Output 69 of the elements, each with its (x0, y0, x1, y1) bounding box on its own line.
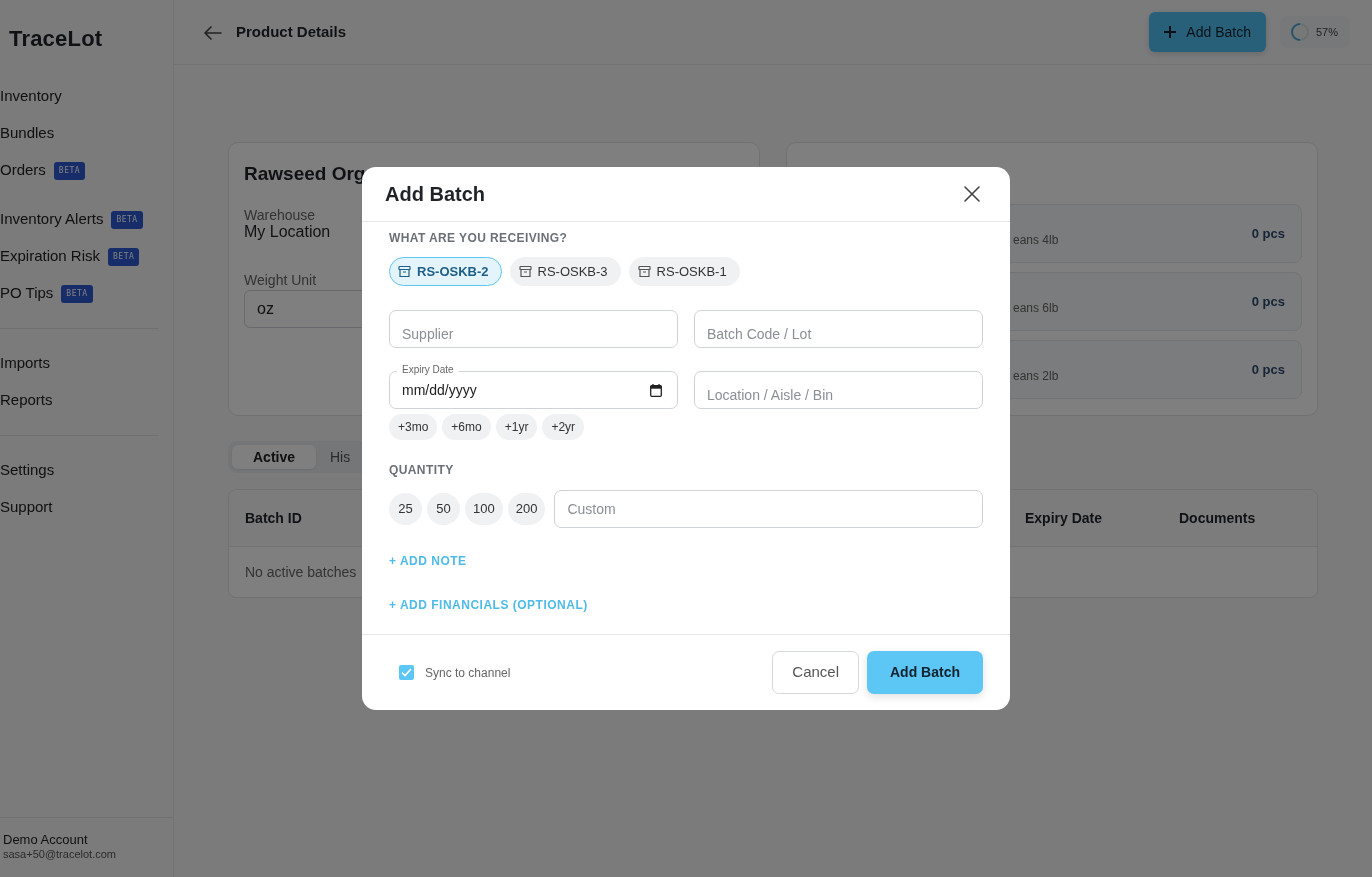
expiry-shortcut-button[interactable]: +1yr (495, 414, 538, 440)
variant-quantity: 0 pcs (1251, 292, 1285, 311)
sidebar-item[interactable]: Orders (0, 159, 46, 182)
sync-checkbox[interactable] (399, 665, 414, 680)
custom-quantity-field[interactable]: Custom (554, 490, 983, 528)
field-label: Expiry Date (397, 364, 459, 376)
field-value: My Location (244, 223, 331, 241)
sidebar-item[interactable]: Bundles (0, 115, 173, 152)
field-label: Weight Unit (244, 272, 317, 288)
quantity-preset-button[interactable]: 50 (427, 493, 460, 525)
app-logo: TraceLot (8, 25, 104, 53)
archive-box-icon (637, 265, 651, 278)
calendar-icon (650, 384, 662, 397)
batch-tab[interactable]: Active (232, 445, 316, 469)
account-email: sasa+50@tracelot.com (3, 847, 117, 861)
dialog-title: Add Batch (385, 182, 485, 207)
cancel-button[interactable]: Cancel (772, 651, 859, 694)
sidebar-item[interactable]: PO Tips (0, 282, 54, 305)
progress-reading: 57% (1315, 24, 1338, 40)
sidebar-item[interactable]: Inventory Alerts (0, 208, 104, 231)
section-label: WHAT ARE YOU RECEIVING? (389, 230, 569, 247)
beta-badge: BETA (108, 247, 140, 266)
variant-quantity: 0 pcs (1251, 224, 1285, 243)
product-chip[interactable]: RS-OSKB-2 (389, 257, 502, 286)
archive-box-icon (398, 265, 411, 278)
text-field[interactable]: Supplier (389, 310, 678, 348)
quantity-preset-button[interactable]: 200 (507, 493, 546, 525)
plus-icon (1164, 26, 1177, 38)
close-icon (964, 186, 980, 202)
back-arrow-icon (204, 25, 222, 40)
product-chip[interactable]: RS-OSKB-3 (509, 257, 621, 286)
beta-badge: BETA (111, 210, 143, 229)
expiry-shortcut-button[interactable]: +2yr (542, 414, 585, 440)
column-header: Expiry Date (1025, 508, 1104, 528)
sidebar-item[interactable]: Settings (0, 452, 173, 489)
sidebar-item[interactable]: Inventory (0, 78, 173, 115)
archive-box-icon (518, 265, 532, 278)
section-label: QUANTITY (389, 462, 455, 479)
page-title: Product Details (236, 21, 347, 42)
column-header: Batch ID (245, 508, 302, 528)
beta-badge: BETA (61, 284, 93, 303)
progress-ring-icon (1289, 22, 1310, 42)
variant-name: eans 4lb (1013, 231, 1059, 249)
sidebar-item[interactable]: Imports (0, 345, 173, 382)
product-chip[interactable]: RS-OSKB-1 (628, 257, 740, 286)
expiry-shortcut-button[interactable]: +6mo (442, 414, 491, 440)
add-batch-button[interactable]: Add Batch (1149, 12, 1266, 52)
variant-quantity: 0 pcs (1251, 360, 1285, 379)
sync-label: Sync to channel (425, 664, 511, 682)
expiry-shortcut-button[interactable]: +3mo (389, 414, 438, 440)
field-label: Warehouse (244, 207, 316, 223)
close-button[interactable] (964, 186, 980, 202)
product-title: Rawseed Org (244, 162, 366, 186)
sidebar-item[interactable]: Support (0, 489, 173, 526)
quantity-preset-button[interactable]: 25 (389, 493, 422, 525)
text-field[interactable]: Location / Aisle / Bin (694, 371, 983, 409)
quantity-preset-button[interactable]: 100 (465, 493, 503, 525)
sidebar-item[interactable]: Reports (0, 382, 173, 419)
account-name: Demo Account (3, 832, 89, 847)
batch-tab[interactable]: His (316, 445, 365, 469)
sidebar-item[interactable]: Expiration Risk (0, 245, 101, 268)
variant-name: eans 2lb (1013, 367, 1059, 385)
column-header: Documents (1179, 508, 1257, 528)
check-icon (401, 668, 412, 677)
beta-badge: BETA (53, 161, 86, 180)
variant-name: eans 6lb (1013, 299, 1059, 317)
submit-button[interactable]: Add Batch (867, 651, 983, 694)
empty-message: No active batches (244, 563, 357, 582)
text-field[interactable]: Batch Code / Lot (694, 310, 983, 348)
